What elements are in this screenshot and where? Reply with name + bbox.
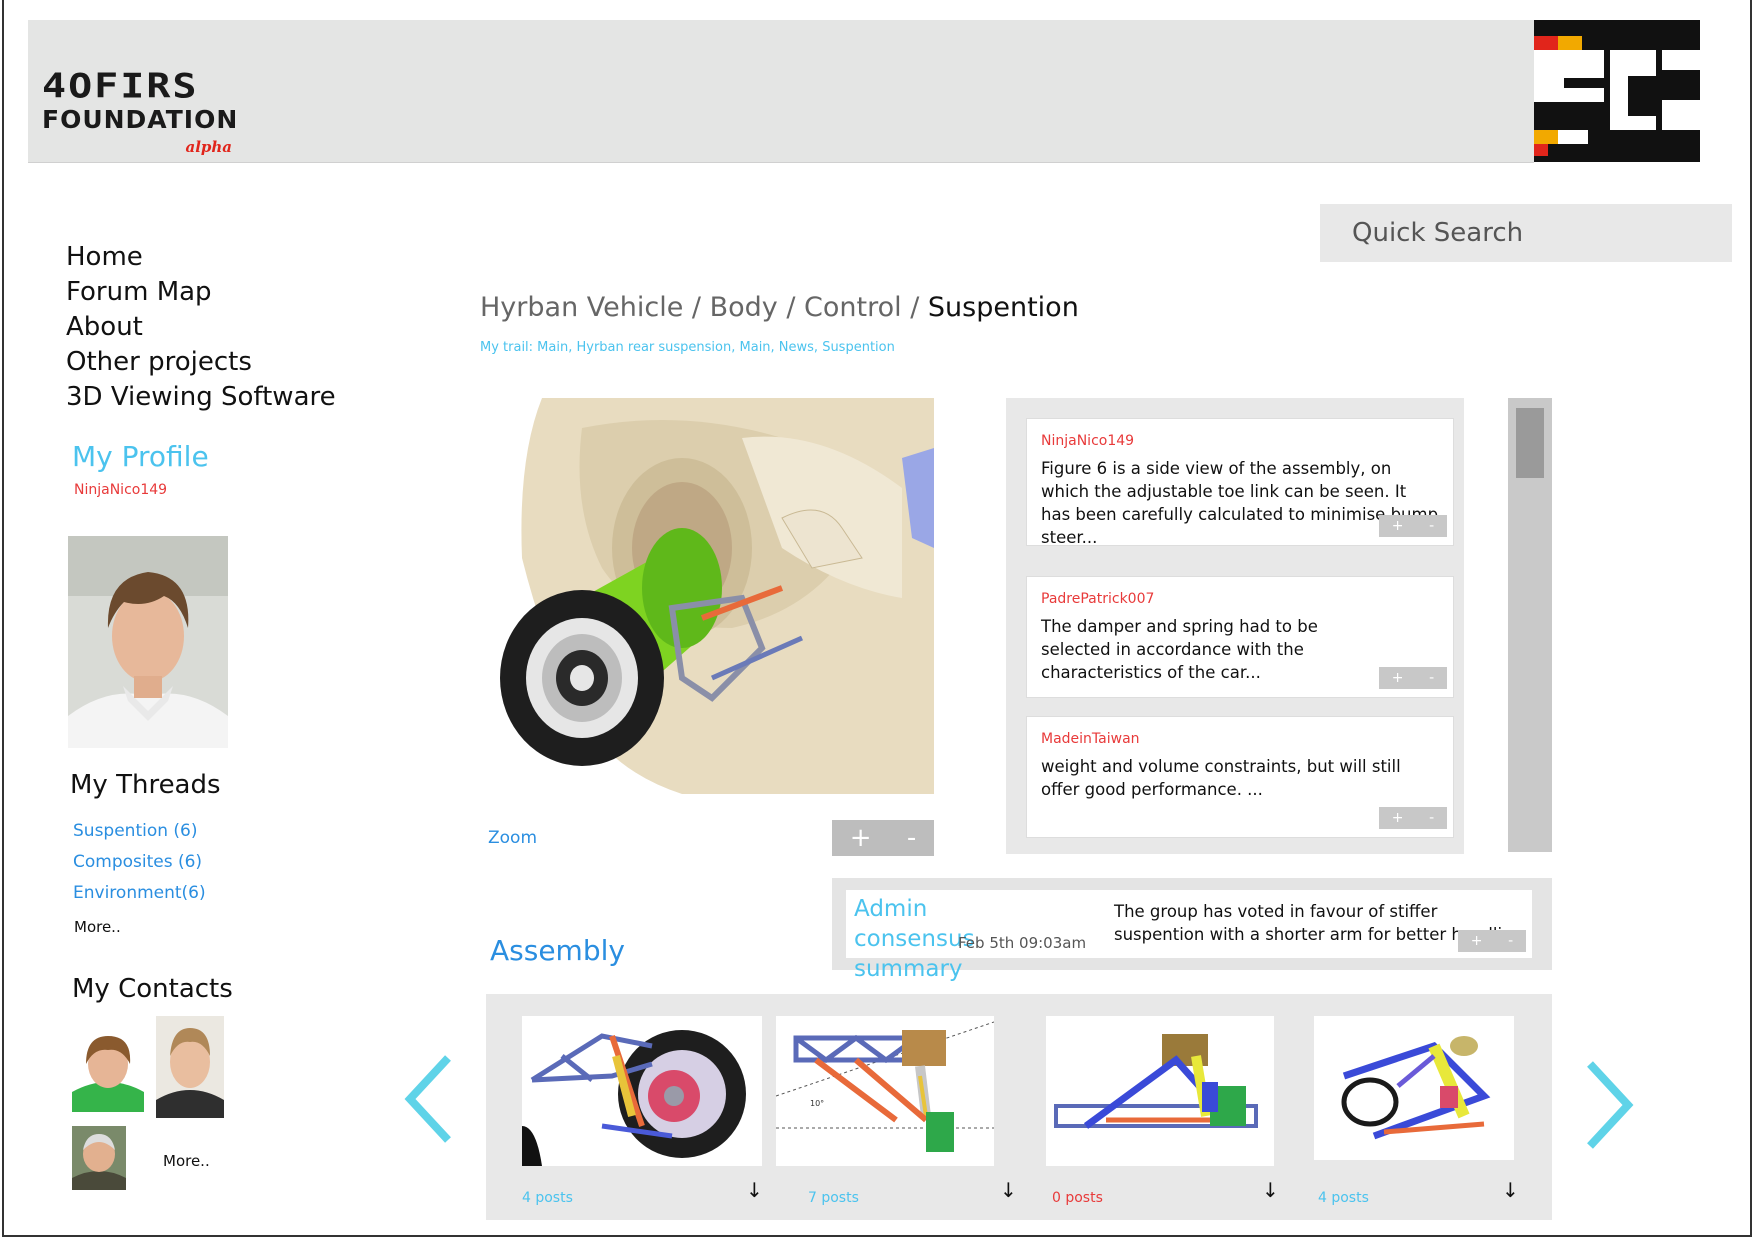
download-icon[interactable]: ↓ [746,1178,763,1202]
logo-sub: alpha [185,138,232,156]
upvote-button[interactable]: + [1392,670,1404,686]
assembly-thumbnail[interactable] [1046,1016,1274,1166]
main-nav: Home Forum Map About Other projects 3D V… [66,240,336,415]
downvote-button[interactable]: - [1429,810,1434,826]
logo-mark: 4OFIRS [42,66,199,106]
admin-summary-panel: Admin consensus summary Feb 5th 09:03am … [832,878,1552,982]
quick-search-input[interactable] [1320,204,1732,262]
comment-username[interactable]: NinjaNico149 [1041,433,1439,449]
carousel-prev-icon[interactable] [404,1054,454,1149]
comment-text: weight and volume constraints, but will … [1041,757,1401,799]
download-icon[interactable]: ↓ [1502,1178,1519,1202]
logo-name: FOUNDATION [42,105,239,134]
zoom-in-button[interactable]: + [850,823,872,853]
downvote-button[interactable]: - [1429,670,1434,686]
carousel-next-icon[interactable] [1584,1060,1634,1155]
assembly-thumbnail[interactable]: 10° [775,1016,995,1166]
contact-avatar[interactable] [72,1028,144,1112]
profile-avatar[interactable] [68,536,228,748]
assembly-post-count[interactable]: 0 posts [1052,1190,1103,1206]
breadcrumb-separator: / [683,292,710,323]
upvote-button[interactable]: + [1471,933,1483,949]
comments-scrollbar-thumb[interactable] [1516,408,1544,478]
thread-link-environment[interactable]: Environment(6) [73,878,206,909]
breadcrumb-hyrban-vehicle[interactable]: Hyrban Vehicle [480,292,683,323]
assembly-title: Assembly [490,934,625,967]
downvote-button[interactable]: - [1508,933,1513,949]
assembly-carousel: 4 posts ↓ 10° 7 posts ↓ 0 posts ↓ 4 post… [486,994,1552,1220]
thread-link-composites[interactable]: Composites (6) [73,847,206,878]
nav-home[interactable]: Home [66,240,336,275]
nav-other-projects[interactable]: Other projects [66,345,336,380]
my-threads-title: My Threads [70,770,221,800]
zoom-label: Zoom [488,828,538,848]
assembly-thumbnail[interactable] [1314,1016,1514,1160]
breadcrumb-current: Suspention [927,292,1079,323]
assembly-post-count[interactable]: 4 posts [1318,1190,1369,1206]
comment-text: The damper and spring had to be selected… [1041,617,1318,682]
assembly-thumbnail[interactable] [522,1016,762,1166]
comment-card: NinjaNico149 Figure 6 is a side view of … [1026,418,1454,547]
breadcrumb-separator: / [901,292,928,323]
breadcrumb: Hyrban Vehicle / Body / Control / Suspen… [480,292,1079,323]
upvote-button[interactable]: + [1392,810,1404,826]
my-contacts-title: My Contacts [72,974,233,1004]
upvote-button[interactable]: + [1392,518,1404,534]
my-profile-link[interactable]: My Profile [72,440,209,473]
breadcrumb-control[interactable]: Control [804,292,902,323]
nav-3d-viewing-software[interactable]: 3D Viewing Software [66,380,336,415]
breadcrumb-separator: / [777,292,805,323]
breadcrumb-body[interactable]: Body [710,292,778,323]
contact-avatar[interactable] [156,1016,224,1118]
thread-link-suspention[interactable]: Suspention (6) [73,816,206,847]
threads-list: Suspention (6) Composites (6) Environmen… [73,816,206,909]
header-bar [28,20,1534,163]
contacts-more-link[interactable]: More.. [163,1152,210,1170]
zoom-control: + - [832,820,934,856]
contact-avatar[interactable] [72,1126,126,1190]
nav-forum-map[interactable]: Forum Map [66,275,336,310]
site-logo[interactable]: 4OFIRS FOUNDATION alpha [42,66,239,162]
nav-about[interactable]: About [66,310,336,345]
assembly-post-count[interactable]: 7 posts [808,1190,859,1206]
threads-more-link[interactable]: More.. [74,918,121,936]
admin-summary-card: Admin consensus summary Feb 5th 09:03am … [846,890,1532,982]
3d-model-viewer[interactable] [482,398,934,794]
download-icon[interactable]: ↓ [1262,1178,1279,1202]
download-icon[interactable]: ↓ [1000,1178,1017,1202]
profile-username: NinjaNico149 [74,482,168,498]
assembly-post-count[interactable]: 4 posts [522,1190,573,1206]
downvote-button[interactable]: - [1429,518,1434,534]
brand-badge-icon [1534,20,1700,162]
comment-username[interactable]: MadeinTaiwan [1041,731,1439,747]
vote-control: + - [1458,930,1526,952]
comment-card: PadrePatrick007 The damper and spring ha… [1026,576,1454,698]
comments-panel: NinjaNico149 Figure 6 is a side view of … [1006,398,1464,854]
vote-control: + - [1379,515,1447,537]
admin-summary-date: Feb 5th 09:03am [958,934,1087,952]
vote-control: + - [1379,667,1447,689]
my-trail[interactable]: My trail: Main, Hyrban rear suspension, … [480,340,895,355]
comment-card: MadeinTaiwan weight and volume constrain… [1026,716,1454,838]
svg-text:10°: 10° [810,1099,824,1108]
comment-username[interactable]: PadrePatrick007 [1041,591,1439,607]
zoom-out-button[interactable]: - [907,823,916,853]
vote-control: + - [1379,807,1447,829]
